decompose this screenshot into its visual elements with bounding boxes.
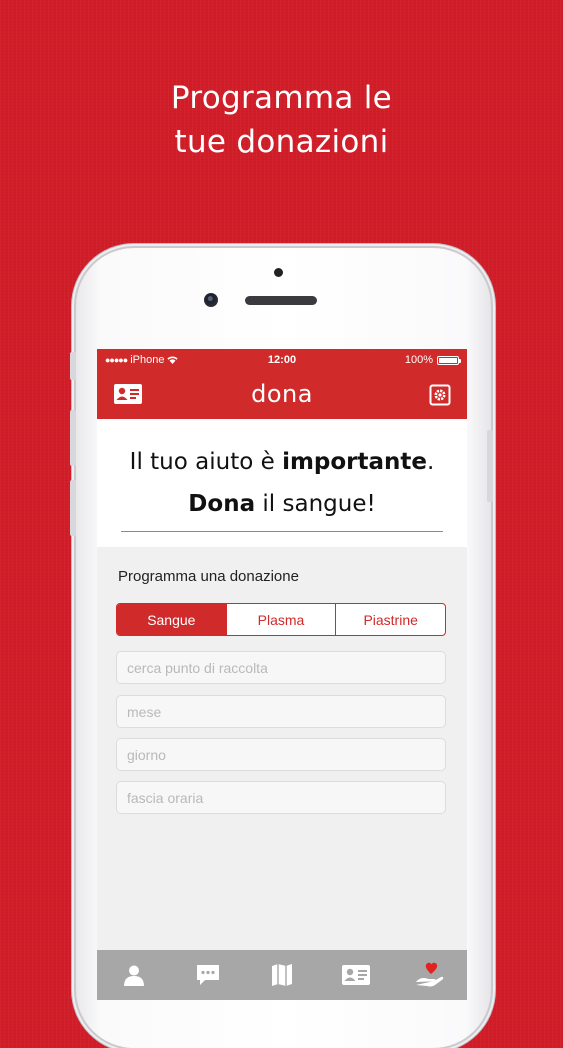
phone-mute-switch — [70, 352, 76, 380]
app-title: dona — [251, 380, 313, 408]
segment-plasma[interactable]: Plasma — [227, 604, 337, 635]
segment-piastrine[interactable]: Piastrine — [336, 604, 445, 635]
hero-line-1: Il tuo aiuto è importante. — [97, 449, 467, 475]
donation-type-selector: Sangue Plasma Piastrine — [116, 603, 446, 636]
tab-messages[interactable] — [188, 955, 228, 995]
phone-power-button — [487, 430, 493, 502]
settings-icon — [429, 384, 451, 406]
proximity-sensor — [274, 268, 283, 277]
month-field[interactable]: mese — [116, 695, 446, 728]
tab-profile[interactable] — [114, 955, 154, 995]
hero-line-2-text: il sangue! — [255, 491, 376, 517]
card-icon — [342, 965, 370, 985]
front-camera — [204, 293, 218, 307]
tab-map[interactable] — [262, 955, 302, 995]
hero-line-1-text: Il tuo aiuto è — [129, 449, 283, 475]
segment-sangue[interactable]: Sangue — [117, 604, 227, 635]
promo-headline: Programma le tue donazioni — [0, 76, 563, 164]
form-title: Programma una donazione — [118, 568, 299, 585]
hero-divider — [121, 531, 443, 532]
collection-point-search-field[interactable]: cerca punto di raccolta — [116, 651, 446, 684]
donate-heart-icon — [416, 962, 444, 987]
day-field[interactable]: giorno — [116, 738, 446, 771]
phone-volume-down — [70, 480, 76, 536]
tab-card[interactable] — [336, 955, 376, 995]
hero-line-2: Dona il sangue! — [97, 491, 467, 517]
time-slot-field[interactable]: fascia oraria — [116, 781, 446, 814]
battery-icon — [437, 355, 461, 365]
app-screen: ●●●●● iPhone 12:00 100% dona Il tuo aiut… — [97, 349, 467, 1000]
battery-percent: 100% — [404, 354, 433, 366]
earpiece-speaker — [245, 296, 317, 305]
promo-line-1: Programma le — [170, 80, 393, 116]
hero-banner: Il tuo aiuto è importante. Dona il sangu… — [97, 419, 467, 547]
tab-donate[interactable] — [410, 955, 450, 995]
tab-bar — [97, 950, 467, 1000]
hero-line-1-suffix: . — [427, 449, 435, 475]
hero-line-1-bold: importante — [282, 449, 428, 475]
battery-info: 100% — [404, 354, 461, 366]
hero-line-2-bold: Dona — [188, 491, 256, 517]
settings-button[interactable] — [429, 384, 451, 406]
profile-icon — [124, 965, 144, 986]
promo-line-2: tue donazioni — [174, 124, 389, 160]
nav-bar: dona — [97, 371, 467, 419]
status-bar: ●●●●● iPhone 12:00 100% — [97, 349, 467, 371]
map-icon — [272, 964, 292, 986]
phone-volume-up — [70, 410, 76, 466]
chat-icon — [197, 965, 219, 985]
